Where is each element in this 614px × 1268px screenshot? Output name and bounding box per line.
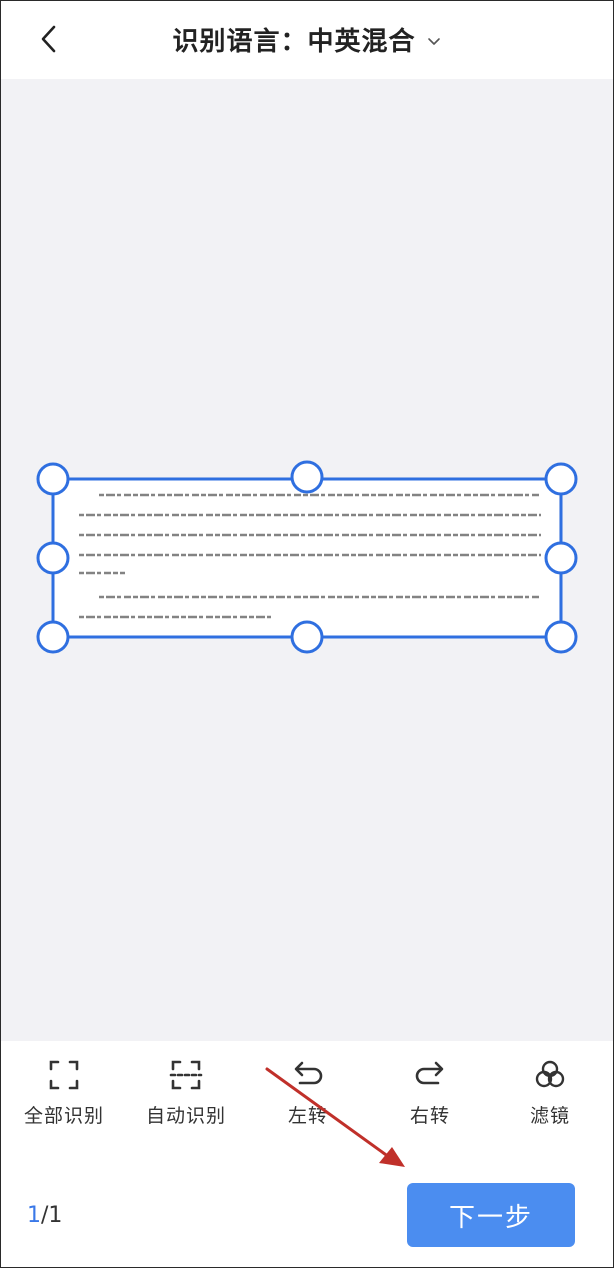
tool-label: 左转 xyxy=(287,1105,328,1127)
rotate-right-button[interactable]: 右转 xyxy=(375,1055,485,1135)
crop-canvas xyxy=(36,460,578,654)
language-selector[interactable]: 识别语言：中英混合 xyxy=(1,19,613,59)
filter-icon xyxy=(535,1060,565,1088)
rotate-left-icon xyxy=(294,1061,323,1085)
page-current: 1 xyxy=(27,1203,41,1228)
page-title: 识别语言：中英混合 xyxy=(172,26,416,57)
page-total: /1 xyxy=(41,1203,63,1228)
auto-frame-icon xyxy=(169,1060,203,1090)
app-screen: 识别语言：中英混合 全部识别 自动识别 左转 右转 滤镜 1/1 下一步 xyxy=(0,0,614,1268)
tool-label: 滤镜 xyxy=(529,1105,570,1127)
edit-toolbar: 全部识别 自动识别 左转 右转 滤镜 xyxy=(1,1041,613,1141)
chevron-down-icon xyxy=(427,38,440,45)
header: 识别语言：中英混合 xyxy=(1,1,613,79)
crop-handle-left[interactable] xyxy=(36,541,70,575)
tool-label: 自动识别 xyxy=(145,1105,226,1127)
crop-handle-top-right[interactable] xyxy=(544,462,578,496)
crop-handle-top[interactable] xyxy=(290,460,324,494)
image-preview xyxy=(1,79,613,1041)
tool-label: 全部识别 xyxy=(23,1105,104,1127)
rotate-right-icon xyxy=(415,1061,444,1085)
next-step-button[interactable]: 下一步 xyxy=(407,1183,575,1247)
tool-label: 右转 xyxy=(409,1105,450,1127)
page-counter: 1/1 xyxy=(27,1203,62,1228)
full-recognition-button[interactable]: 全部识别 xyxy=(9,1055,119,1135)
full-frame-icon xyxy=(49,1060,79,1090)
footer: 1/1 下一步 xyxy=(1,1141,613,1267)
next-step-label: 下一步 xyxy=(448,1202,533,1233)
filter-button[interactable]: 滤镜 xyxy=(495,1055,605,1135)
rotate-left-button[interactable]: 左转 xyxy=(253,1055,363,1135)
crop-handle-bottom-left[interactable] xyxy=(36,620,70,654)
crop-handle-bottom[interactable] xyxy=(290,620,324,654)
document-image xyxy=(53,479,559,637)
crop-handle-top-left[interactable] xyxy=(36,462,70,496)
crop-handle-right[interactable] xyxy=(544,541,578,575)
crop-handle-bottom-right[interactable] xyxy=(544,620,578,654)
auto-recognition-button[interactable]: 自动识别 xyxy=(131,1055,241,1135)
